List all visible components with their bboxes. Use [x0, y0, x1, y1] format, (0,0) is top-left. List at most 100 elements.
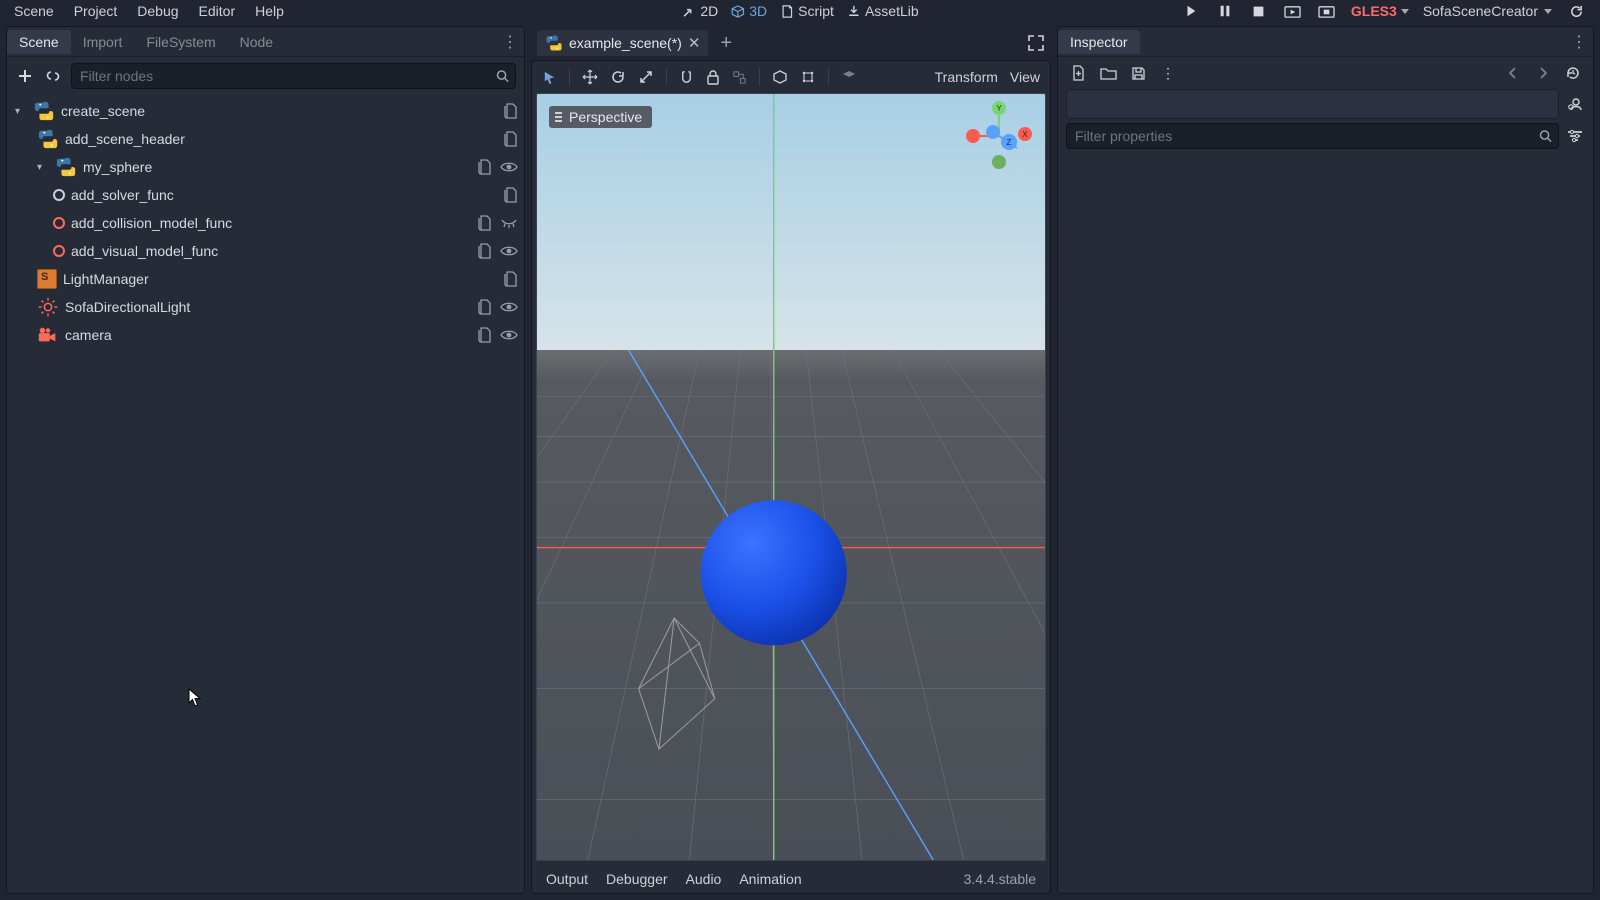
menu-project[interactable]: Project	[64, 1, 128, 21]
panel-options-icon[interactable]: ⋮	[1571, 32, 1587, 52]
tab-scene[interactable]: Scene	[7, 30, 71, 54]
lock-tool-icon[interactable]	[706, 70, 720, 85]
bottom-tab-debugger[interactable]: Debugger	[606, 871, 668, 887]
menu-scene[interactable]: Scene	[4, 1, 64, 21]
tab-filesystem[interactable]: FileSystem	[134, 30, 227, 54]
select-tool-icon[interactable]	[542, 70, 557, 85]
chevron-down-icon	[1544, 9, 1552, 14]
local-space-icon[interactable]	[772, 69, 788, 85]
renderer-selector[interactable]: GLES3	[1351, 3, 1409, 19]
script-open-icon[interactable]	[478, 159, 492, 175]
move-tool-icon[interactable]	[582, 69, 598, 85]
visibility-icon[interactable]	[500, 161, 518, 173]
script-open-icon[interactable]	[504, 187, 518, 203]
orientation-gizmo[interactable]: Y X Z	[963, 100, 1035, 172]
tree-row[interactable]: LightManager	[9, 265, 524, 293]
tab-import[interactable]: Import	[71, 30, 135, 54]
tree-row[interactable]: add_scene_header	[9, 125, 524, 153]
group-tool-icon[interactable]	[732, 70, 747, 85]
bottom-bar: Output Debugger Audio Animation 3.4.4.st…	[534, 865, 1048, 893]
mode-2d[interactable]: 2D	[681, 3, 718, 19]
filter-properties-wrap	[1066, 123, 1559, 149]
mode-assetlib[interactable]: AssetLib	[846, 3, 919, 19]
tree-row[interactable]: SofaDirectionalLight	[9, 293, 524, 321]
load-resource-icon[interactable]	[1098, 63, 1118, 83]
play-custom-scene-button[interactable]	[1317, 1, 1337, 21]
script-open-icon[interactable]	[478, 327, 492, 343]
save-resource-icon[interactable]	[1128, 63, 1148, 83]
stop-button[interactable]	[1249, 1, 1269, 21]
misc-tool-icon[interactable]	[841, 69, 857, 85]
tab-inspector[interactable]: Inspector	[1058, 30, 1140, 54]
bottom-tab-output[interactable]: Output	[546, 871, 588, 887]
renderer-label: GLES3	[1351, 3, 1397, 19]
snap-tool-icon[interactable]	[679, 70, 694, 85]
script-open-icon[interactable]	[504, 271, 518, 287]
make-unique-icon[interactable]	[1565, 94, 1585, 114]
filter-options-icon[interactable]	[1565, 126, 1585, 146]
mode-3d-label: 3D	[749, 3, 767, 19]
new-resource-icon[interactable]	[1068, 63, 1088, 83]
camera-icon	[37, 324, 59, 346]
instance-scene-button[interactable]	[43, 66, 63, 86]
refresh-button[interactable]	[1566, 1, 1586, 21]
object-name-field[interactable]	[1066, 89, 1559, 119]
visibility-icon[interactable]	[500, 301, 518, 313]
filter-nodes-input[interactable]	[71, 63, 516, 89]
tree-label: SofaDirectionalLight	[65, 299, 190, 315]
workspace-selector[interactable]: SofaSceneCreator	[1423, 3, 1552, 19]
script-open-icon[interactable]	[478, 299, 492, 315]
script-open-icon[interactable]	[504, 103, 518, 119]
tree-label: add_collision_model_func	[71, 215, 232, 231]
tree-label: add_visual_model_func	[71, 243, 218, 259]
view-menu[interactable]: View	[1010, 69, 1040, 85]
rotate-tool-icon[interactable]	[610, 69, 626, 85]
scene-tab[interactable]: example_scene(*) ✕	[537, 30, 708, 56]
script-open-icon[interactable]	[478, 243, 492, 259]
resource-options-icon[interactable]: ⋮	[1158, 63, 1178, 83]
close-tab-icon[interactable]: ✕	[688, 34, 701, 52]
menu-editor[interactable]: Editor	[189, 1, 246, 21]
script-open-icon[interactable]	[478, 215, 492, 231]
add-node-button[interactable]	[15, 66, 35, 86]
perspective-badge[interactable]: Perspective	[549, 106, 652, 128]
panel-options-icon[interactable]: ⋮	[502, 32, 518, 52]
tree-row[interactable]: ▾ my_sphere	[9, 153, 524, 181]
tree-row[interactable]: ▾ create_scene	[9, 97, 524, 125]
bottom-tab-animation[interactable]: Animation	[739, 871, 801, 887]
scale-tool-icon[interactable]	[638, 69, 654, 85]
play-scene-button[interactable]	[1283, 1, 1303, 21]
collapse-icon[interactable]: ▾	[15, 106, 25, 117]
center-panel: example_scene(*) ✕ + Transform	[531, 26, 1051, 894]
pause-button[interactable]	[1215, 1, 1235, 21]
bottom-tab-audio[interactable]: Audio	[686, 871, 722, 887]
menu-help[interactable]: Help	[245, 1, 294, 21]
history-next-icon[interactable]	[1533, 63, 1553, 83]
add-scene-tab[interactable]: +	[720, 32, 732, 55]
bullet-icon	[53, 245, 65, 257]
filter-properties-input[interactable]	[1066, 123, 1559, 149]
workspace-label: SofaSceneCreator	[1423, 3, 1538, 19]
visibility-icon[interactable]	[500, 245, 518, 257]
mode-3d[interactable]: 3D	[730, 3, 767, 19]
history-icon[interactable]	[1563, 63, 1583, 83]
menu-debug[interactable]: Debug	[127, 1, 188, 21]
scene-tree[interactable]: ▾ create_scene add_scene_header ▾ my_sph…	[7, 95, 524, 893]
distraction-free-icon[interactable]	[1027, 34, 1045, 52]
tree-row[interactable]: add_visual_model_func	[9, 237, 524, 265]
transform-menu[interactable]: Transform	[935, 69, 998, 85]
history-prev-icon[interactable]	[1503, 63, 1523, 83]
play-button[interactable]	[1181, 1, 1201, 21]
collapse-icon[interactable]: ▾	[37, 162, 47, 173]
snap-options-icon[interactable]	[800, 69, 816, 85]
viewport-3d[interactable]: Perspective Y X Z	[536, 93, 1046, 861]
tree-row[interactable]: add_solver_func	[9, 181, 524, 209]
visibility-collapsed-icon[interactable]	[500, 217, 518, 229]
tree-row[interactable]: add_collision_model_func	[9, 209, 524, 237]
visibility-icon[interactable]	[500, 329, 518, 341]
tab-node[interactable]: Node	[228, 30, 285, 54]
tree-row[interactable]: camera	[9, 321, 524, 349]
script-open-icon[interactable]	[504, 131, 518, 147]
mode-script[interactable]: Script	[779, 3, 834, 19]
bullet-icon	[53, 189, 65, 201]
